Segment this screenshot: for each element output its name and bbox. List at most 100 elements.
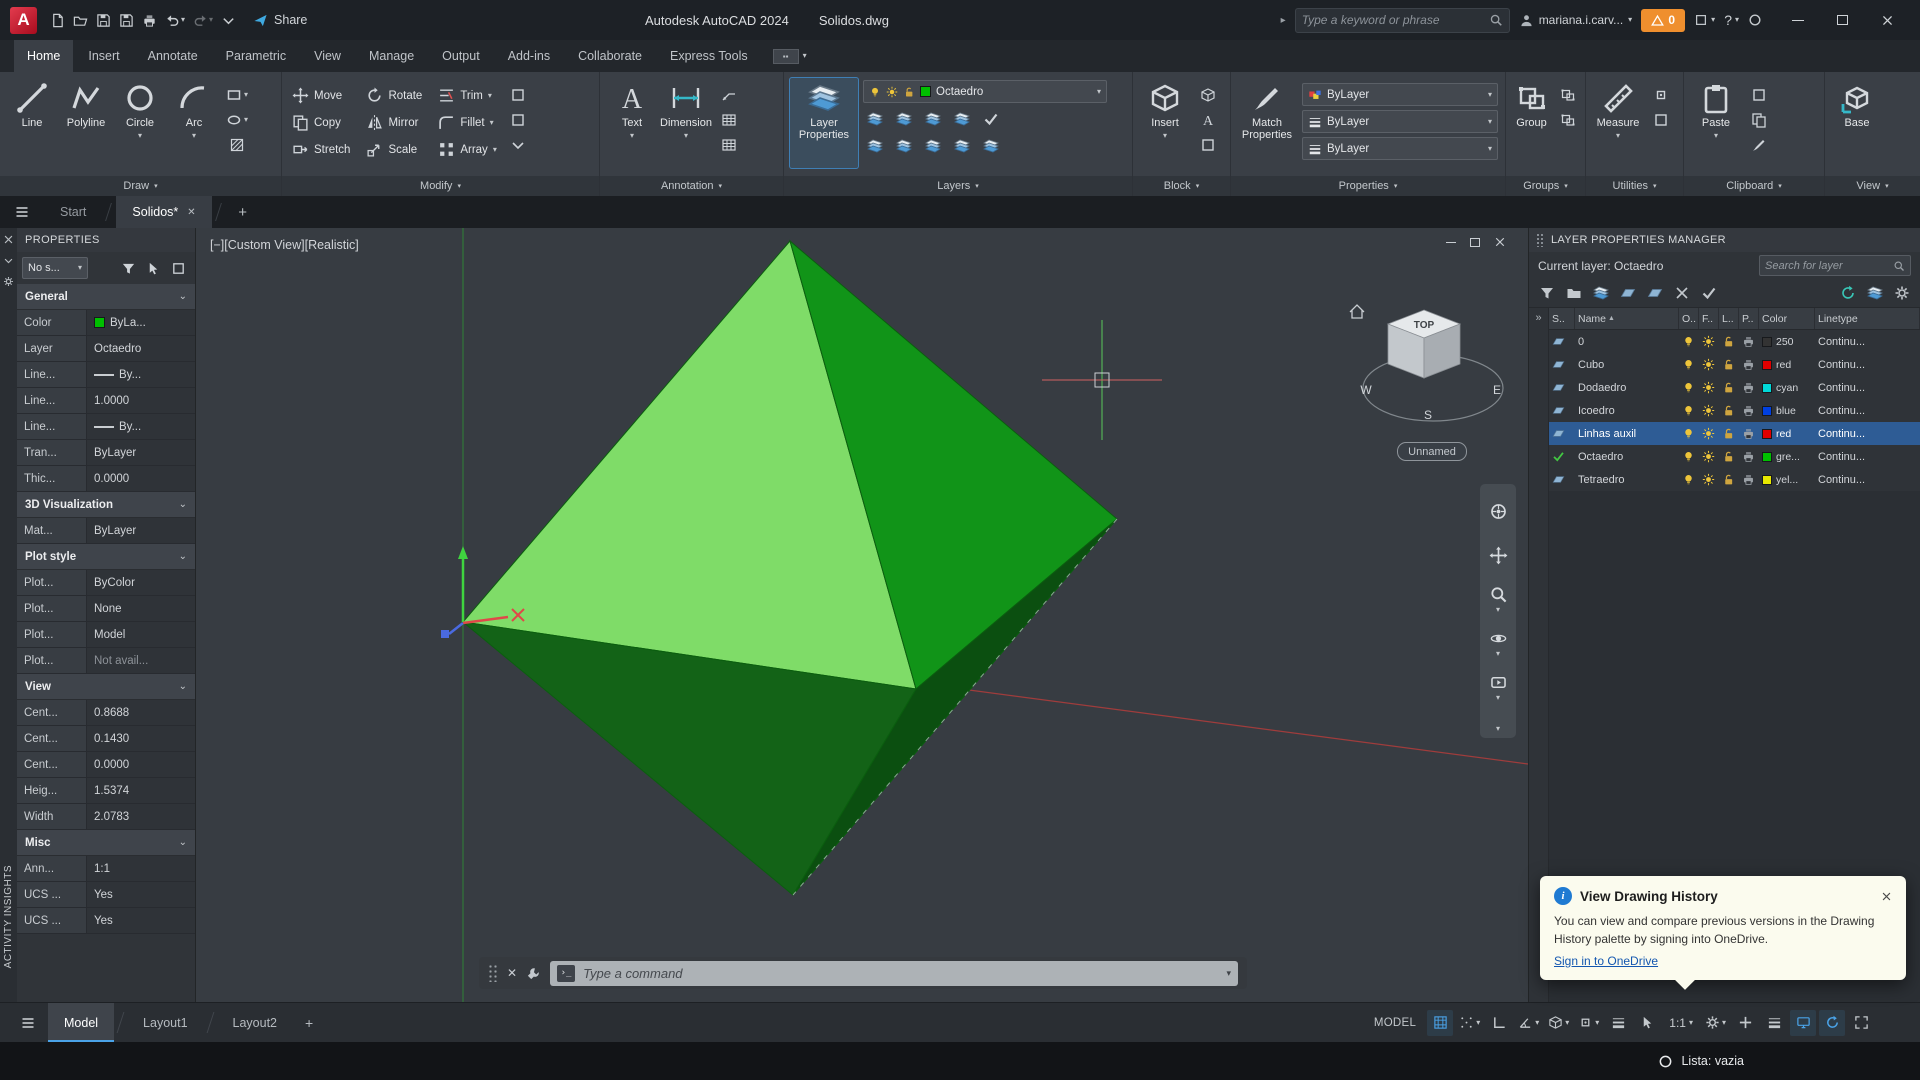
layer-lock-toggle[interactable] <box>1719 330 1739 353</box>
layer-properties-button[interactable]: Layer Properties <box>789 77 859 169</box>
id-point-button[interactable] <box>1649 84 1673 106</box>
property-value[interactable]: Model <box>87 622 195 647</box>
draw-arc-button[interactable]: Arc▾ <box>167 77 221 169</box>
define-attributes-button[interactable] <box>1196 109 1220 131</box>
status-grid-button[interactable] <box>1427 1010 1453 1036</box>
new-drawing-button[interactable]: + <box>226 196 260 228</box>
ribbon-tab-add-ins[interactable]: Add-ins <box>495 40 563 72</box>
layer-on-toggle[interactable] <box>1679 422 1699 445</box>
maximize-button[interactable] <box>1820 0 1865 40</box>
minimize-button[interactable] <box>1775 0 1820 40</box>
scale-button[interactable]: Scale <box>361 138 427 162</box>
property-value[interactable]: 0.8688 <box>87 700 195 725</box>
property-value[interactable]: 0.0000 <box>87 466 195 491</box>
ribbon-tab-view[interactable]: View <box>301 40 354 72</box>
octahedron-solid[interactable] <box>463 241 1117 895</box>
quick-select-button[interactable] <box>117 257 140 279</box>
delete-layer-button[interactable] <box>1671 282 1693 304</box>
palette-autohide-icon[interactable] <box>3 255 14 266</box>
panel-label-annotation[interactable]: Annotation▾ <box>600 176 783 196</box>
measure-button[interactable]: Measure ▾ <box>1591 77 1645 169</box>
status-polar-button[interactable]: ▾ <box>1515 1010 1542 1036</box>
help-button[interactable]: ? ▾ <box>1724 12 1739 28</box>
assistant-button[interactable] <box>1748 13 1762 27</box>
viewcube-top-face-label[interactable]: TOP <box>1414 320 1435 331</box>
rotate-button[interactable]: Rotate <box>361 84 427 108</box>
set-current-button[interactable] <box>1698 282 1720 304</box>
layer-color-cell[interactable]: gre... <box>1759 445 1815 468</box>
layer-prev-button[interactable] <box>921 135 945 157</box>
viewcube-home-icon[interactable] <box>1350 305 1364 318</box>
property-value[interactable]: Not avail... <box>87 648 195 673</box>
layer-row-linhas-auxil[interactable]: Linhas auxilredContinu... <box>1549 422 1920 445</box>
column-header-f[interactable]: F.. <box>1699 308 1719 329</box>
layer-lock-toggle[interactable] <box>1719 353 1739 376</box>
ribbon-tab-collaborate[interactable]: Collaborate <box>565 40 655 72</box>
sign-in-onedrive-link[interactable]: Sign in to OneDrive <box>1554 954 1658 968</box>
panel-label-layers[interactable]: Layers▾ <box>784 176 1132 196</box>
select-objects-button[interactable] <box>142 257 165 279</box>
layer-row-0[interactable]: 0250Continu... <box>1549 330 1920 353</box>
viewport-restore-icon[interactable] <box>1470 238 1480 247</box>
status-performance-button[interactable] <box>1790 1010 1816 1036</box>
search-icon[interactable] <box>1893 260 1905 272</box>
layout-menu-button[interactable] <box>8 1003 48 1042</box>
compass-west[interactable]: W <box>1360 383 1372 397</box>
layer-freeze-button[interactable] <box>921 108 945 130</box>
layer-linetype-cell[interactable]: Continu... <box>1815 445 1920 468</box>
dimstyle-button[interactable] <box>717 134 741 156</box>
layer-lock-button[interactable] <box>950 108 974 130</box>
layer-plot-toggle[interactable] <box>1739 422 1759 445</box>
layer-lock-toggle[interactable] <box>1719 376 1739 399</box>
file-tabs-menu-button[interactable] <box>0 196 44 228</box>
section-misc[interactable]: Misc⌄ <box>17 830 195 856</box>
command-history-icon[interactable]: ▾ <box>1226 968 1231 979</box>
group-edit-button[interactable] <box>1556 109 1580 131</box>
layer-on-toggle[interactable] <box>1679 376 1699 399</box>
column-header-linetype[interactable]: Linetype <box>1815 308 1920 329</box>
explode-button[interactable] <box>506 109 530 131</box>
table-button[interactable] <box>717 109 741 131</box>
viewport-minimize-icon[interactable] <box>1446 242 1456 243</box>
tab-solidos[interactable]: Solidos* ✕ <box>116 196 211 228</box>
layer-dropdown[interactable]: Octaedro ▾ <box>863 80 1107 103</box>
navbar-more-icon[interactable]: ▾ <box>1496 725 1500 733</box>
layer-on-toggle[interactable] <box>1679 399 1699 422</box>
layer-plot-toggle[interactable] <box>1739 468 1759 491</box>
new-property-filter-button[interactable] <box>1536 282 1558 304</box>
ellipse-button[interactable]: ▾ <box>225 109 249 131</box>
annotation-dimension-button[interactable]: Dimension▾ <box>659 77 713 169</box>
command-line[interactable]: ✕ ›_ Type a command ▾ <box>479 957 1247 989</box>
status-osnap-button[interactable]: ▾ <box>1575 1010 1602 1036</box>
layer-row-cubo[interactable]: CuboredContinu... <box>1549 353 1920 376</box>
panel-label-view[interactable]: View▾ <box>1825 176 1920 196</box>
settings-button[interactable] <box>1891 282 1913 304</box>
viewcube[interactable]: W S E TOP <box>1350 305 1503 422</box>
layer-plot-toggle[interactable] <box>1739 445 1759 468</box>
view-name-pill[interactable]: Unnamed <box>1397 442 1467 461</box>
layer-linetype-cell[interactable]: Continu... <box>1815 422 1920 445</box>
layer-color-cell[interactable]: 250 <box>1759 330 1815 353</box>
layer-freeze-toggle[interactable] <box>1699 330 1719 353</box>
search-icon[interactable] <box>1489 13 1503 27</box>
customize-wrench-icon[interactable] <box>526 966 541 981</box>
layer-walk-button[interactable] <box>950 135 974 157</box>
command-close-icon[interactable]: ✕ <box>507 966 517 980</box>
tab-layout2[interactable]: Layout2 <box>217 1003 293 1042</box>
autocad-logo[interactable]: A <box>10 7 37 34</box>
calculator-button[interactable] <box>1649 109 1673 131</box>
property-value[interactable]: Yes <box>87 908 195 933</box>
status-fullscreen-button[interactable] <box>1848 1010 1874 1036</box>
fillet-button[interactable]: Fillet▾ <box>433 111 502 135</box>
refresh-button[interactable] <box>1837 282 1859 304</box>
layer-color-cell[interactable]: blue <box>1759 399 1815 422</box>
property-value[interactable]: 0.1430 <box>87 726 195 751</box>
layer-freeze-toggle[interactable] <box>1699 353 1719 376</box>
ribbon-tab-express-tools[interactable]: Express Tools <box>657 40 761 72</box>
viewcube-cube[interactable]: TOP <box>1388 310 1460 378</box>
viewport-close-icon[interactable] <box>1494 236 1506 248</box>
ribbon-lineweight-dropdown[interactable]: ByLayer▾ <box>1302 110 1498 133</box>
layer-linetype-cell[interactable]: Continu... <box>1815 399 1920 422</box>
status-ortho-button[interactable] <box>1486 1010 1512 1036</box>
ribbon-tab-manage[interactable]: Manage <box>356 40 427 72</box>
